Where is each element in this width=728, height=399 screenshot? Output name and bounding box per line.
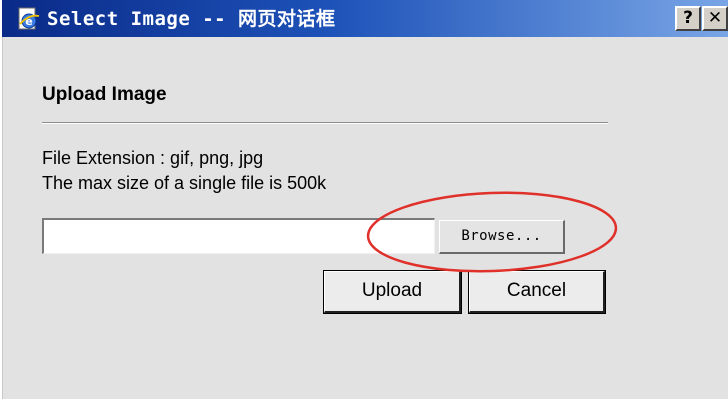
dialog-window: e Select Image -- 网页对话框 ? ✕ Upload Image… bbox=[0, 0, 728, 399]
section-heading: Upload Image bbox=[42, 84, 167, 105]
title-bar[interactable]: e Select Image -- 网页对话框 ? ✕ bbox=[2, 0, 728, 37]
help-button[interactable]: ? bbox=[675, 6, 701, 31]
file-extension-info: File Extension : gif, png, jpg bbox=[42, 148, 264, 168]
help-icon: ? bbox=[683, 8, 693, 28]
close-button[interactable]: ✕ bbox=[702, 6, 728, 31]
browse-button[interactable]: Browse... bbox=[439, 220, 565, 254]
file-path-input[interactable] bbox=[42, 218, 435, 254]
cancel-button[interactable]: Cancel bbox=[468, 270, 606, 314]
upload-button[interactable]: Upload bbox=[323, 270, 462, 314]
divider bbox=[42, 122, 608, 124]
highlight-ellipse bbox=[366, 191, 618, 273]
max-size-info: The max size of a single file is 500k bbox=[42, 173, 327, 193]
window-title: Select Image -- 网页对话框 bbox=[47, 8, 336, 30]
ie-page-icon: e bbox=[18, 7, 40, 30]
close-icon: ✕ bbox=[707, 8, 723, 28]
